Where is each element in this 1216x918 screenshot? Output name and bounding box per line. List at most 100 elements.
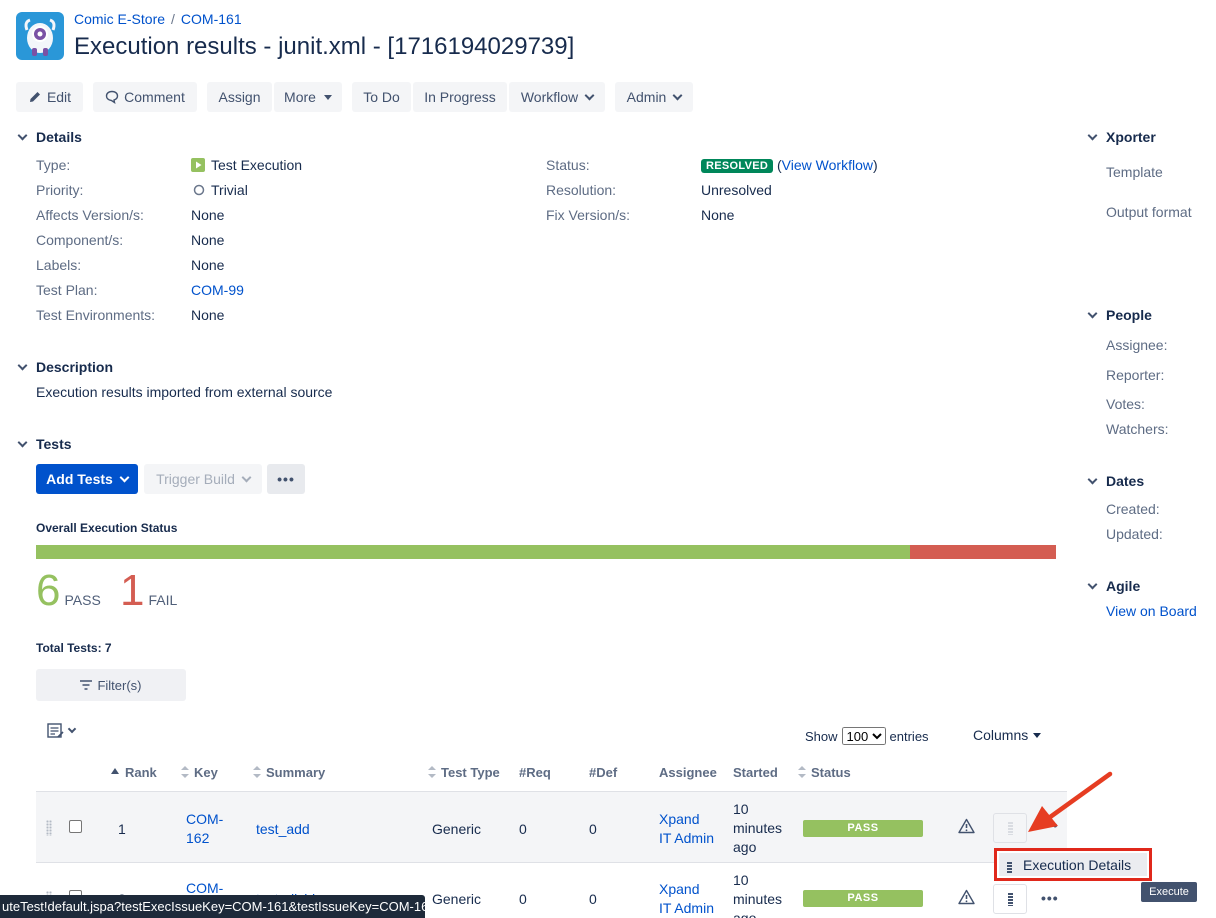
created-label: Created: (1106, 501, 1160, 517)
xporter-section-toggle[interactable]: Xporter (1086, 129, 1156, 145)
col-key-label: Key (194, 765, 218, 780)
execute-icon (1008, 822, 1013, 835)
row-started-line1: 10 (733, 872, 749, 888)
description-section-toggle[interactable]: Description (16, 359, 113, 375)
pass-summary: 6 PASS (36, 569, 101, 613)
status-label: Status: (546, 157, 590, 173)
comment-button[interactable]: Comment (93, 82, 197, 112)
col-key-header[interactable]: Key (181, 765, 218, 780)
caret-down-icon (1033, 732, 1042, 738)
row-assignee-link[interactable]: Xpand IT Admin (659, 810, 714, 848)
row-key-link[interactable]: COM- (186, 880, 223, 896)
col-test-type-header[interactable]: Test Type (428, 765, 500, 780)
view-on-board-link[interactable]: View on Board (1106, 603, 1197, 619)
col-rank-header[interactable]: Rank (111, 765, 157, 780)
affects-version-value: None (191, 207, 225, 223)
trivial-priority-icon (193, 184, 205, 196)
row-assignee-line1[interactable]: Xpand (659, 881, 699, 897)
execution-details-menu-item[interactable]: Execution Details (999, 853, 1147, 876)
priority-value-text: Trivial (211, 182, 248, 198)
overall-status-heading: Overall Execution Status (36, 521, 178, 535)
col-assignee-header[interactable]: Assignee (659, 765, 717, 780)
comment-icon (105, 90, 119, 104)
more-button-label: More (284, 89, 316, 105)
more-button[interactable]: More (274, 82, 342, 112)
warning-icon[interactable] (958, 889, 975, 905)
row-key-line1[interactable]: COM- (186, 811, 223, 827)
breadcrumb-issue-link[interactable]: COM-161 (181, 11, 242, 27)
resolution-label: Resolution: (546, 182, 617, 198)
col-def-header[interactable]: #Def (589, 765, 617, 780)
row-assignee-link[interactable]: Xpand IT Admin (659, 880, 714, 918)
total-tests: Total Tests: 7 (36, 641, 112, 655)
labels-label: Labels: (36, 257, 82, 273)
labels-value: None (191, 257, 225, 273)
row-assignee-line1[interactable]: Xpand (659, 811, 699, 827)
table-row[interactable]: 1 COM- 162 test_add Generic 0 0 Xpand IT… (36, 791, 1067, 862)
col-status-header[interactable]: Status (798, 765, 851, 780)
breadcrumb-project-link[interactable]: Comic E-Store (74, 11, 165, 27)
col-started-header[interactable]: Started (733, 765, 778, 780)
affects-version-label: Affects Version/s: (36, 207, 144, 223)
tests-section-toggle[interactable]: Tests (16, 436, 72, 452)
row-checkbox[interactable] (69, 820, 82, 833)
edit-button-label: Edit (46, 89, 72, 105)
row-key-link[interactable]: COM- 162 (186, 810, 223, 848)
tests-more-button[interactable]: ••• (267, 464, 305, 494)
breadcrumb: Comic E-Store / COM-161 (74, 11, 242, 27)
table-edit-icon (47, 723, 64, 738)
view-workflow-link[interactable]: View Workflow (782, 157, 873, 173)
row-key-line2[interactable]: 162 (186, 830, 209, 846)
details-section-toggle[interactable]: Details (16, 129, 82, 145)
row-status-badge: PASS (803, 890, 923, 907)
chevron-down-icon (241, 472, 252, 482)
monster-icon (24, 18, 56, 56)
edit-button[interactable]: Edit (16, 82, 83, 112)
admin-button[interactable]: Admin (615, 82, 693, 112)
people-section-toggle[interactable]: People (1086, 307, 1152, 323)
row-assignee-line2[interactable]: IT Admin (659, 900, 714, 916)
execute-button[interactable] (993, 884, 1027, 914)
column-chooser-button[interactable] (47, 723, 77, 739)
dates-section-toggle[interactable]: Dates (1086, 473, 1144, 489)
row-actions-button[interactable]: ••• (1041, 890, 1059, 906)
workflow-button[interactable]: Workflow (509, 82, 605, 112)
description-heading: Description (36, 359, 114, 375)
sort-icon (428, 766, 436, 778)
row-summary-link[interactable]: test_add (256, 821, 310, 837)
chevron-down-icon (17, 130, 28, 140)
row-assignee-line2[interactable]: IT Admin (659, 830, 714, 846)
filter-button[interactable]: Filter(s) (36, 669, 186, 701)
reporter-label: Reporter: (1106, 367, 1165, 383)
fail-summary: 1 FAIL (120, 569, 177, 613)
row-def: 0 (589, 821, 597, 837)
project-avatar[interactable] (16, 12, 64, 60)
trigger-build-button[interactable]: Trigger Build (144, 464, 262, 494)
assign-button[interactable]: Assign (207, 82, 272, 112)
col-req-header[interactable]: #Req (519, 765, 551, 780)
breadcrumb-separator: / (171, 11, 175, 27)
row-status-badge: PASS (803, 820, 923, 837)
add-tests-button[interactable]: Add Tests (36, 464, 138, 494)
todo-button[interactable]: To Do (352, 82, 411, 112)
execution-details-label: Execution Details (1023, 856, 1132, 873)
drag-handle-icon[interactable] (46, 820, 52, 836)
col-summary-header[interactable]: Summary (253, 765, 325, 780)
row-started: 10 minutes ago (733, 800, 782, 857)
test-plan-link[interactable]: COM-99 (191, 282, 244, 298)
row-key-line1[interactable]: COM- (186, 880, 223, 896)
warning-icon[interactable] (958, 818, 975, 834)
admin-button-label: Admin (626, 89, 667, 105)
caret-down-icon (323, 94, 332, 100)
progress-fail-segment (910, 545, 1056, 559)
page-title: Execution results - junit.xml - [1716194… (74, 33, 575, 60)
columns-dropdown[interactable]: Columns (973, 727, 1042, 743)
agile-section-toggle[interactable]: Agile (1086, 578, 1140, 594)
entries-select[interactable]: 100 (841, 727, 886, 745)
test-environments-value: None (191, 307, 225, 323)
priority-label: Priority: (36, 182, 84, 198)
tests-heading: Tests (36, 436, 72, 452)
execution-details-menu: Execution Details (994, 848, 1152, 881)
row-started: 10 minutes ago (733, 871, 782, 918)
in-progress-button[interactable]: In Progress (413, 82, 507, 112)
